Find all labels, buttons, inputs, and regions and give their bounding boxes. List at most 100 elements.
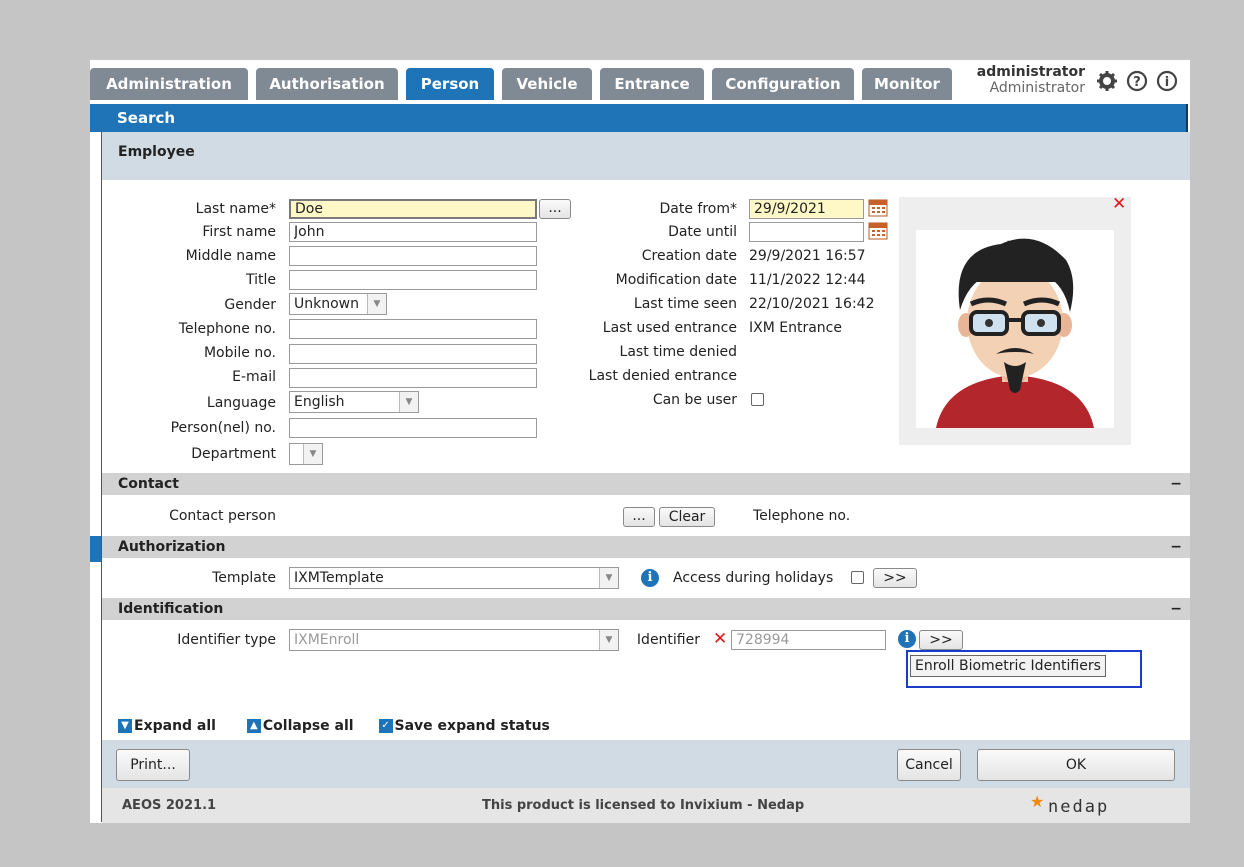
personnel-input[interactable]: [289, 418, 537, 438]
date-from-label: Date from*: [659, 201, 738, 217]
last-denied-entrance-label: Last denied entrance: [588, 368, 737, 384]
print-button[interactable]: Print...: [116, 749, 190, 781]
department-label: Department: [191, 446, 276, 462]
title-input[interactable]: [289, 270, 537, 290]
version-label: AEOS 2021.1: [122, 798, 217, 813]
language-value: English: [294, 394, 345, 410]
access-holidays-checkbox[interactable]: [851, 571, 864, 584]
left-accent: [90, 104, 101, 132]
contact-browse-button[interactable]: ...: [623, 507, 655, 527]
authorization-accent: [90, 536, 101, 562]
gender-label: Gender: [224, 297, 276, 313]
template-label: Template: [212, 570, 276, 586]
contact-person-label: Contact person: [169, 508, 276, 524]
collapse-all-link[interactable]: Collapse all: [263, 718, 354, 734]
cancel-button[interactable]: Cancel: [897, 749, 961, 781]
app-window: Administration Authorisation Person Vehi…: [90, 60, 1190, 823]
last-entrance-label: Last used entrance: [602, 320, 737, 336]
access-holidays-label: Access during holidays: [673, 570, 834, 586]
contact-section-header[interactable]: Contact −: [102, 473, 1190, 495]
avatar: [936, 238, 1094, 428]
identifier-type-label: Identifier type: [177, 632, 276, 648]
license-label: This product is licensed to Invixium - N…: [482, 798, 805, 813]
last-name-input[interactable]: [289, 199, 537, 219]
checkmark-icon[interactable]: ✓: [378, 719, 393, 733]
chevron-down-icon: ▼: [367, 294, 386, 314]
middle-name-label: Middle name: [185, 248, 276, 264]
telephone-input[interactable]: [289, 319, 537, 339]
contact-telephone-label: Telephone no.: [753, 508, 851, 524]
chevron-down-icon: ▼: [599, 630, 618, 650]
info-icon[interactable]: i: [1156, 70, 1178, 92]
middle-name-input[interactable]: [289, 246, 537, 266]
modification-date-label: Modification date: [615, 272, 737, 288]
identifier-input[interactable]: [731, 630, 886, 650]
employee-header-bar: Employee: [102, 132, 1190, 180]
enroll-highlight: Enroll Biometric Identifiers: [906, 650, 1142, 688]
tab-configuration[interactable]: Configuration: [712, 68, 854, 100]
expand-all-link[interactable]: Expand all: [134, 718, 216, 734]
info-icon[interactable]: i: [898, 630, 916, 648]
svg-text:★: ★: [1030, 792, 1044, 811]
email-label: E-mail: [232, 369, 276, 385]
can-be-user-checkbox[interactable]: [751, 393, 764, 406]
template-value: IXMTemplate: [294, 570, 384, 586]
authorization-more-button[interactable]: >>: [873, 568, 917, 588]
user-role: Administrator: [989, 80, 1085, 96]
identifier-type-select[interactable]: IXMEnroll ▼: [289, 629, 619, 651]
right-border: [1186, 104, 1188, 132]
last-name-label: Last name*: [195, 201, 276, 217]
contact-clear-button[interactable]: Clear: [659, 507, 715, 527]
collapse-icon[interactable]: −: [1170, 473, 1182, 495]
tab-administration[interactable]: Administration: [90, 68, 248, 100]
collapse-icon[interactable]: −: [1170, 536, 1182, 558]
tab-entrance[interactable]: Entrance: [600, 68, 704, 100]
last-denied-label: Last time denied: [619, 344, 737, 360]
enroll-biometric-button[interactable]: Enroll Biometric Identifiers: [910, 655, 1106, 677]
calendar-icon[interactable]: [868, 197, 888, 217]
modification-date-value: 11/1/2022 12:44: [749, 272, 866, 288]
tab-vehicle[interactable]: Vehicle: [502, 68, 592, 100]
gender-select[interactable]: Unknown ▼: [289, 293, 387, 315]
department-select[interactable]: ▼: [289, 443, 323, 465]
mobile-input[interactable]: [289, 344, 537, 364]
info-icon[interactable]: i: [641, 569, 659, 587]
first-name-input[interactable]: [289, 222, 537, 242]
identifier-label: Identifier: [636, 632, 700, 648]
title-label: Title: [245, 272, 276, 288]
ok-button[interactable]: OK: [977, 749, 1175, 781]
button-bar: Print... Cancel OK: [102, 740, 1190, 788]
search-bar[interactable]: Search: [101, 104, 1186, 132]
help-icon[interactable]: ?: [1126, 70, 1148, 92]
tab-bar: Administration Authorisation Person Vehi…: [90, 60, 1190, 100]
tab-person[interactable]: Person: [406, 68, 494, 100]
identification-more-button[interactable]: >>: [919, 630, 963, 650]
tab-authorisation[interactable]: Authorisation: [256, 68, 398, 100]
chevron-down-icon: ▼: [399, 392, 418, 412]
template-select[interactable]: IXMTemplate ▼: [289, 567, 619, 589]
expand-controls: ▼ Expand all ▲ Collapse all ✓ Save expand s…: [118, 718, 550, 734]
date-from-input[interactable]: [749, 199, 864, 219]
creation-date-label: Creation date: [641, 248, 737, 264]
identification-section-header[interactable]: Identification −: [102, 598, 1190, 620]
collapse-all-icon[interactable]: ▲: [246, 719, 261, 733]
telephone-label: Telephone no.: [178, 321, 276, 337]
user-info: administrator Administrator: [940, 64, 1085, 96]
nedap-logo-graphic: ★ nedap: [1030, 792, 1107, 817]
authorization-section-header[interactable]: Authorization −: [102, 536, 1190, 558]
save-expand-status[interactable]: Save expand status: [395, 718, 550, 734]
tab-monitor[interactable]: Monitor: [862, 68, 952, 100]
gear-icon[interactable]: [1096, 70, 1118, 92]
can-be-user-label: Can be user: [652, 392, 737, 408]
last-entrance-value: IXM Entrance: [749, 320, 842, 336]
personnel-label: Person(nel) no.: [170, 420, 276, 436]
date-until-input[interactable]: [749, 222, 864, 242]
calendar-icon[interactable]: [868, 220, 888, 240]
collapse-icon[interactable]: −: [1170, 598, 1182, 620]
language-select[interactable]: English ▼: [289, 391, 419, 413]
creation-date-value: 29/9/2021 16:57: [749, 248, 866, 264]
gender-value: Unknown: [294, 296, 359, 312]
email-input[interactable]: [289, 368, 537, 388]
expand-all-icon[interactable]: ▼: [118, 719, 132, 733]
remove-photo-icon[interactable]: ✕: [1112, 194, 1126, 214]
